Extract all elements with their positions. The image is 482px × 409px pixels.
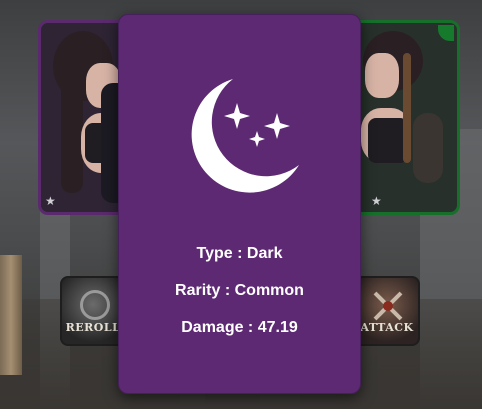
star-icon: ★ (45, 194, 56, 208)
reroll-label: REROLL (65, 321, 121, 334)
star-icon: ★ (371, 194, 382, 208)
reroll-icon (80, 290, 110, 320)
card-rarity: Rarity : Common (175, 282, 304, 299)
card-type: Type : Dark (196, 245, 283, 262)
attack-button[interactable]: ATTACK (354, 276, 420, 346)
crescent-moon-stars-icon (191, 79, 299, 193)
selected-card[interactable]: Type : Dark Rarity : Common Damage : 47.… (118, 14, 361, 394)
card-damage: Damage : 47.19 (181, 319, 298, 336)
attack-label: ATTACK (360, 321, 414, 334)
reroll-button[interactable]: REROLL (60, 276, 126, 346)
crossed-swords-icon (373, 291, 403, 321)
stone-pillar (0, 255, 22, 375)
